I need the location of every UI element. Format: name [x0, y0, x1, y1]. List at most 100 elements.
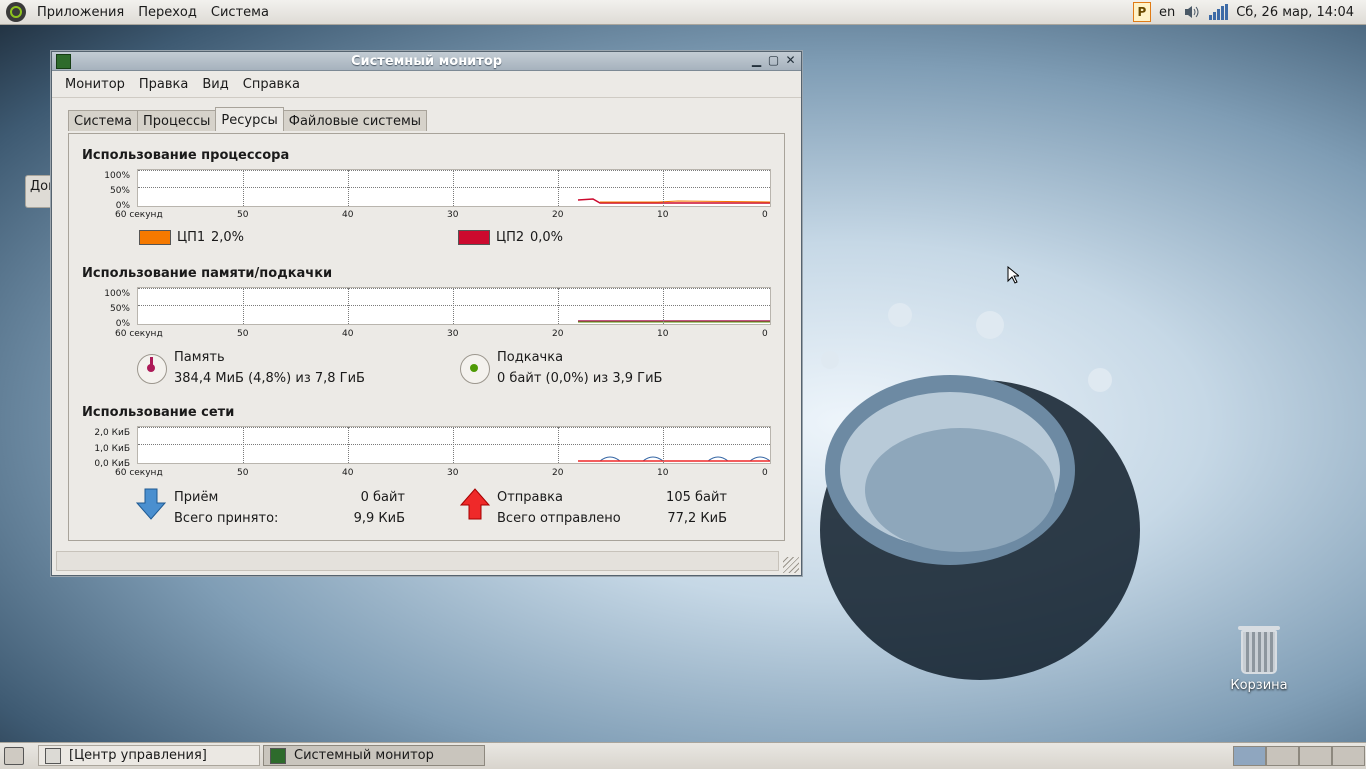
task-label: Системный монитор — [294, 748, 434, 763]
x-tick-label: 40 — [342, 468, 354, 478]
graph-gridline — [243, 288, 244, 324]
workspace-1[interactable] — [1233, 746, 1266, 766]
swap-gauge-icon[interactable] — [460, 354, 490, 384]
tab-system[interactable]: Система — [68, 110, 139, 131]
cpu-ytick-100: 100% — [104, 171, 130, 181]
send-total-label: Всего отправлено — [497, 511, 621, 526]
system-monitor-app-icon — [270, 747, 286, 764]
tab-bar: Система Процессы Ресурсы Файловые систем… — [68, 107, 428, 131]
window-titlebar[interactable]: Системный монитор ▁ ▢ ✕ — [52, 52, 801, 71]
mem-ytick-50: 50% — [109, 304, 130, 314]
cpu2-color-swatch[interactable] — [458, 230, 490, 245]
cpu-section-title: Использование процессора — [82, 148, 290, 163]
background-window-fragment[interactable]: Дом — [25, 175, 50, 208]
distro-logo-icon[interactable] — [6, 2, 26, 22]
window-statusbar — [56, 551, 779, 571]
show-desktop-icon[interactable] — [4, 747, 24, 765]
punto-switcher-icon[interactable]: P — [1132, 2, 1151, 22]
window-title: Системный монитор — [350, 53, 503, 69]
graph-gridline — [348, 288, 349, 324]
memory-value: 384,4 МиБ (4,8%) из 7,8 ГиБ — [174, 371, 365, 386]
mem-ytick-0: 0% — [115, 319, 130, 329]
receive-arrow-icon[interactable] — [136, 488, 166, 520]
cpu2-label: ЦП2 — [496, 230, 525, 245]
task-control-center[interactable]: [Центр управления] — [38, 745, 260, 766]
graph-gridline — [138, 187, 770, 188]
send-total-value: 77,2 КиБ — [667, 511, 727, 526]
system-monitor-window: Системный монитор ▁ ▢ ✕ Монитор Правка В… — [51, 51, 802, 576]
task-system-monitor[interactable]: Системный монитор — [263, 745, 485, 766]
graph-gridline — [138, 444, 770, 445]
volume-icon[interactable] — [1183, 4, 1201, 20]
background-window-label: Дом — [30, 179, 50, 194]
clock[interactable]: Сб, 26 мар, 14:04 — [1236, 5, 1354, 20]
memory-label: Память — [174, 350, 225, 365]
menu-edit[interactable]: Правка — [132, 77, 195, 92]
swap-value: 0 байт (0,0%) из 3,9 ГиБ — [497, 371, 663, 386]
task-label: [Центр управления] — [69, 748, 207, 763]
receive-label: Приём — [174, 490, 219, 505]
cpu-history-graph — [137, 169, 771, 207]
bottom-panel: [Центр управления] Системный монитор — [0, 742, 1366, 769]
mem-ytick-100: 100% — [104, 289, 130, 299]
graph-gridline — [663, 288, 664, 324]
swap-label: Подкачка — [497, 350, 564, 365]
graph-gridline — [243, 170, 244, 206]
graph-gridline — [243, 427, 244, 463]
network-signal-icon[interactable] — [1209, 4, 1229, 20]
x-tick-label: 30 — [447, 329, 459, 339]
trash-icon — [1238, 626, 1280, 674]
x-tick-label: 60 секунд — [115, 210, 163, 220]
tab-resources[interactable]: Ресурсы — [215, 107, 284, 131]
graph-gridline — [663, 427, 664, 463]
menu-system[interactable]: Система — [204, 5, 276, 20]
graph-gridline — [138, 427, 770, 428]
graph-gridline — [558, 170, 559, 206]
x-tick-label: 10 — [657, 329, 669, 339]
keyboard-layout-indicator[interactable]: en — [1159, 5, 1175, 20]
tab-processes[interactable]: Процессы — [137, 110, 217, 131]
network-history-graph — [137, 426, 771, 464]
x-tick-label: 0 — [762, 210, 768, 220]
x-tick-label: 50 — [237, 468, 249, 478]
x-tick-label: 60 секунд — [115, 468, 163, 478]
graph-gridline — [558, 427, 559, 463]
graph-gridline — [453, 427, 454, 463]
x-tick-label: 50 — [237, 329, 249, 339]
minimize-icon[interactable]: ▁ — [750, 53, 763, 67]
menu-applications[interactable]: Приложения — [30, 5, 131, 20]
workspace-3[interactable] — [1299, 746, 1332, 766]
send-arrow-icon[interactable] — [460, 488, 490, 520]
cpu1-value: 2,0% — [211, 230, 245, 245]
menu-help[interactable]: Справка — [236, 77, 307, 92]
memory-gauge-icon[interactable] — [137, 354, 167, 384]
workspace-2[interactable] — [1266, 746, 1299, 766]
cpu1-color-swatch[interactable] — [139, 230, 171, 245]
workspace-4[interactable] — [1332, 746, 1365, 766]
memory-section-title: Использование памяти/подкачки — [82, 266, 333, 281]
graph-gridline — [663, 170, 664, 206]
x-tick-label: 20 — [552, 329, 564, 339]
maximize-icon[interactable]: ▢ — [767, 53, 780, 67]
graph-gridline — [348, 427, 349, 463]
receive-total-value: 9,9 КиБ — [353, 511, 405, 526]
mouse-cursor-icon — [1007, 266, 1019, 284]
tab-filesystems[interactable]: Файловые системы — [282, 110, 428, 131]
close-icon[interactable]: ✕ — [784, 53, 797, 67]
menu-monitor[interactable]: Монитор — [58, 77, 132, 92]
trash-desktop-icon[interactable]: Корзина — [1226, 626, 1292, 693]
receive-total-label: Всего принято: — [174, 511, 279, 526]
x-tick-label: 50 — [237, 210, 249, 220]
x-tick-label: 30 — [447, 210, 459, 220]
menu-view[interactable]: Вид — [195, 77, 235, 92]
graph-gridline — [453, 170, 454, 206]
menu-places[interactable]: Переход — [131, 5, 204, 20]
desktop-wallpaper-splash — [820, 303, 1140, 680]
x-tick-label: 20 — [552, 210, 564, 220]
x-tick-label: 60 секунд — [115, 329, 163, 339]
resources-panel: Использование процессора 100% 50% 0% ЦП1… — [68, 133, 785, 541]
resize-grip[interactable] — [783, 557, 799, 573]
control-center-icon — [45, 747, 61, 764]
graph-gridline — [138, 170, 770, 171]
x-tick-label: 40 — [342, 210, 354, 220]
